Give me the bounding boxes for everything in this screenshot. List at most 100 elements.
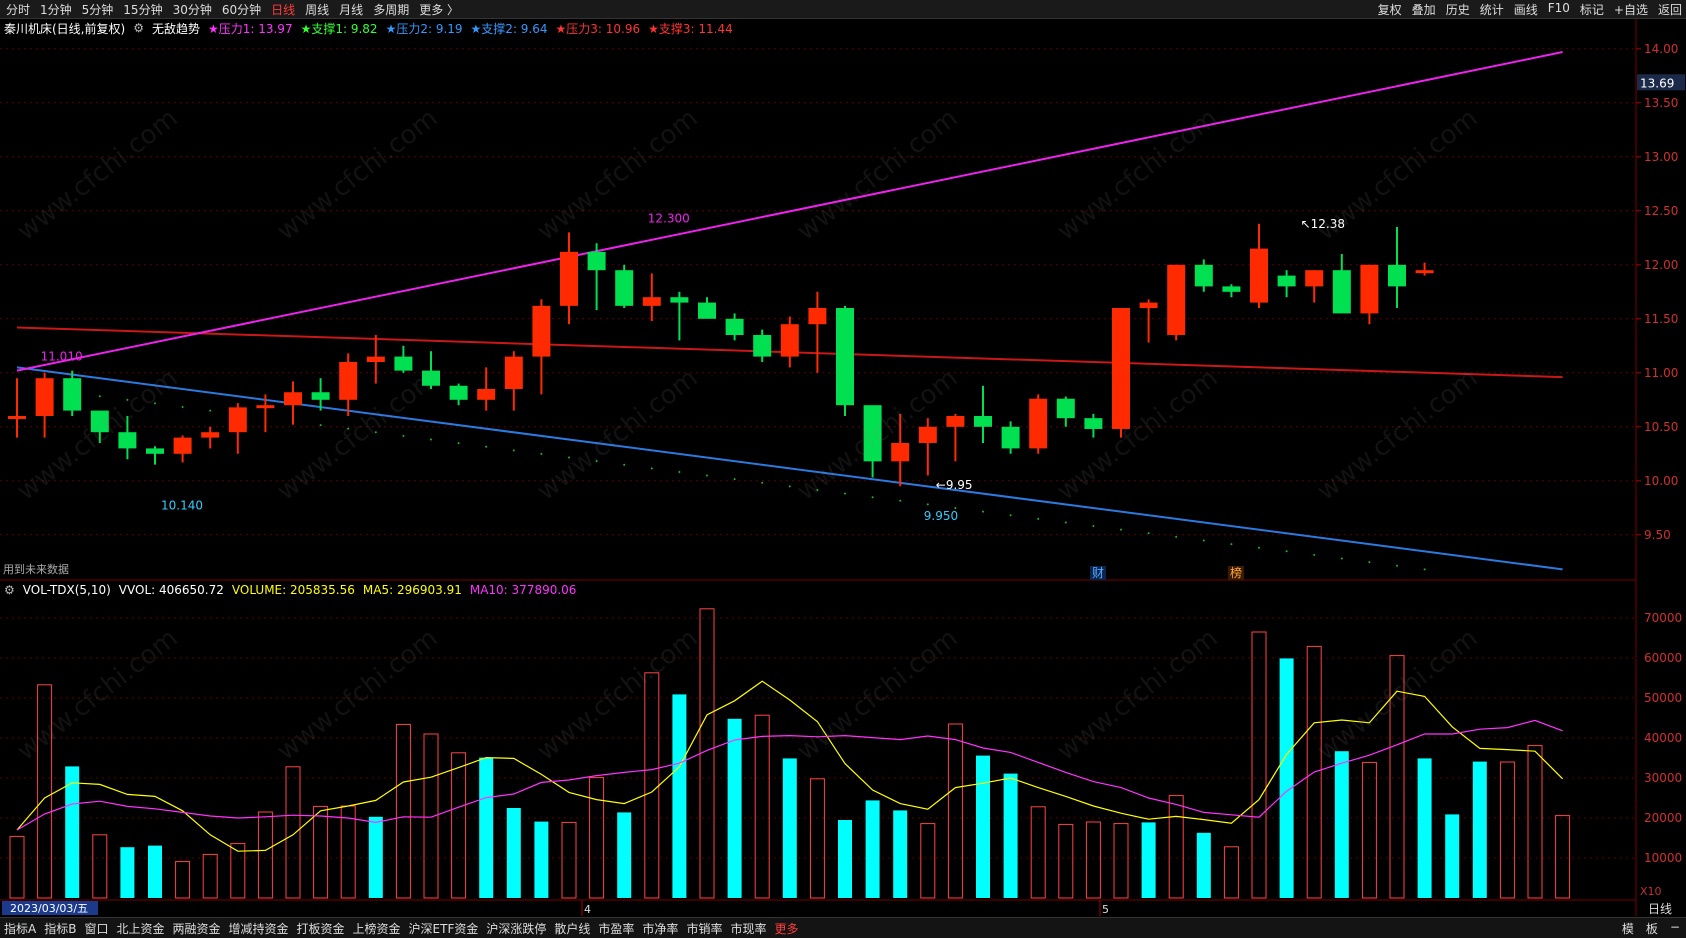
candle[interactable] bbox=[1305, 270, 1324, 303]
bottom-tab-10[interactable]: 散户线 bbox=[554, 920, 590, 937]
volume-bar[interactable] bbox=[754, 714, 770, 899]
volume-bar[interactable] bbox=[1472, 761, 1487, 898]
bottom-tab-12[interactable]: 市净率 bbox=[642, 920, 678, 937]
candle[interactable] bbox=[615, 264, 634, 308]
volume-bar[interactable] bbox=[1334, 751, 1349, 898]
bottom-tab-13[interactable]: 市销率 bbox=[686, 920, 722, 937]
tab-10[interactable]: 更多 〉 bbox=[419, 1, 459, 18]
candle[interactable] bbox=[394, 345, 413, 373]
candle[interactable] bbox=[339, 353, 358, 416]
tab-0[interactable]: 分时 bbox=[6, 1, 30, 18]
volume-bar[interactable] bbox=[589, 777, 605, 899]
candle[interactable] bbox=[35, 372, 54, 438]
candle[interactable] bbox=[1084, 413, 1103, 438]
candle[interactable] bbox=[118, 416, 137, 460]
volume-bar[interactable] bbox=[920, 823, 936, 899]
volume-bar[interactable] bbox=[1196, 832, 1211, 898]
candle[interactable] bbox=[146, 446, 164, 465]
volume-bar[interactable] bbox=[1058, 823, 1074, 899]
candle[interactable] bbox=[63, 370, 82, 416]
volume-bar[interactable] bbox=[809, 778, 825, 899]
tab-8[interactable]: 月线 bbox=[339, 1, 363, 18]
volume-bar[interactable] bbox=[395, 723, 411, 899]
candle[interactable] bbox=[918, 418, 937, 476]
bottom-tab-11[interactable]: 市盈率 bbox=[598, 920, 634, 937]
volume-bar[interactable] bbox=[699, 608, 715, 899]
candle[interactable] bbox=[725, 313, 744, 341]
volume-bar[interactable] bbox=[1279, 658, 1294, 898]
tool-button-5[interactable]: F10 bbox=[1548, 1, 1570, 18]
bottom-tool-1[interactable]: 板 bbox=[1646, 920, 1658, 937]
volume-bar[interactable] bbox=[893, 810, 908, 898]
volume-bar[interactable] bbox=[175, 861, 191, 899]
candle[interactable] bbox=[560, 232, 578, 325]
bottom-tab-15[interactable]: 更多 bbox=[774, 920, 798, 937]
tab-7[interactable]: 周线 bbox=[305, 1, 329, 18]
volume-bar[interactable] bbox=[1499, 761, 1515, 899]
candle[interactable] bbox=[1139, 299, 1158, 343]
candle[interactable] bbox=[836, 305, 854, 416]
candle[interactable] bbox=[477, 367, 496, 411]
indicator-name[interactable]: 无敌趋势 bbox=[152, 20, 200, 37]
bottom-tab-2[interactable]: 窗口 bbox=[84, 920, 108, 937]
volume-bar[interactable] bbox=[479, 757, 494, 898]
volume-bar[interactable] bbox=[285, 766, 301, 899]
tool-button-4[interactable]: 画线 bbox=[1514, 1, 1538, 18]
tab-9[interactable]: 多周期 bbox=[373, 1, 409, 18]
volume-bar[interactable] bbox=[368, 816, 383, 898]
volume-bar[interactable] bbox=[1030, 806, 1046, 899]
volume-bar[interactable] bbox=[37, 684, 53, 899]
volume-bar[interactable] bbox=[1445, 814, 1460, 898]
volume-bar[interactable] bbox=[534, 821, 549, 898]
tool-button-1[interactable]: 叠加 bbox=[1412, 1, 1436, 18]
tool-button-2[interactable]: 历史 bbox=[1446, 1, 1470, 18]
volume-bar[interactable] bbox=[9, 835, 25, 899]
candle[interactable] bbox=[1222, 284, 1241, 298]
tool-button-6[interactable]: 标记 bbox=[1580, 1, 1604, 18]
candle[interactable] bbox=[698, 297, 716, 319]
bottom-tab-4[interactable]: 两融资金 bbox=[172, 920, 220, 937]
candle[interactable] bbox=[8, 378, 26, 438]
volume-bar[interactable] bbox=[1527, 745, 1543, 899]
candle[interactable] bbox=[366, 335, 385, 384]
candle[interactable] bbox=[228, 403, 247, 454]
bottom-tab-3[interactable]: 北上资金 bbox=[116, 920, 164, 937]
tab-3[interactable]: 15分钟 bbox=[123, 1, 162, 18]
tool-button-8[interactable]: 返回 bbox=[1658, 1, 1682, 18]
candle[interactable] bbox=[1360, 264, 1379, 325]
tab-2[interactable]: 5分钟 bbox=[82, 1, 114, 18]
volume-bar[interactable] bbox=[1417, 758, 1432, 898]
candle[interactable] bbox=[780, 316, 799, 368]
volume-bar[interactable] bbox=[202, 853, 218, 899]
candle[interactable] bbox=[642, 273, 661, 321]
candle[interactable] bbox=[449, 383, 468, 406]
volume-bar[interactable] bbox=[672, 694, 687, 898]
volume-bar[interactable] bbox=[865, 800, 880, 898]
tab-5[interactable]: 60分钟 bbox=[222, 1, 261, 18]
candle[interactable] bbox=[1112, 308, 1130, 438]
settings-icon[interactable]: ⚙ bbox=[133, 21, 144, 35]
volume-bar[interactable] bbox=[257, 811, 273, 899]
candle[interactable] bbox=[1194, 259, 1213, 292]
bottom-tab-8[interactable]: 沪深ETF资金 bbox=[409, 920, 479, 937]
candle[interactable] bbox=[1001, 421, 1020, 454]
bottom-tool-2[interactable]: − bbox=[1670, 920, 1680, 937]
candle[interactable] bbox=[284, 381, 302, 425]
candle[interactable] bbox=[532, 299, 551, 395]
bottom-tab-1[interactable]: 指标B bbox=[44, 920, 76, 937]
stock-title[interactable]: 秦川机床(日线,前复权) bbox=[4, 20, 125, 37]
candle[interactable] bbox=[863, 405, 882, 478]
bottom-tab-6[interactable]: 打板资金 bbox=[297, 920, 345, 937]
bottom-tab-9[interactable]: 沪深涨跌停 bbox=[486, 920, 546, 937]
candle[interactable] bbox=[201, 426, 220, 449]
bottom-tab-5[interactable]: 增减持资金 bbox=[229, 920, 289, 937]
kline-chart[interactable]: 14.00 13.50 13.00 12.50 12.00 11.50 11.00 10.50… bbox=[0, 0, 1686, 937]
volume-bar[interactable] bbox=[313, 805, 329, 899]
tool-button-3[interactable]: 统计 bbox=[1480, 1, 1504, 18]
settings-icon[interactable]: ⚙ bbox=[4, 583, 15, 597]
tab-6[interactable]: 日线 bbox=[271, 1, 295, 18]
volume-bar[interactable] bbox=[727, 718, 742, 898]
bottom-tab-7[interactable]: 上榜资金 bbox=[353, 920, 401, 937]
volume-bar[interactable] bbox=[1085, 821, 1101, 899]
volume-bar[interactable] bbox=[1003, 773, 1018, 898]
